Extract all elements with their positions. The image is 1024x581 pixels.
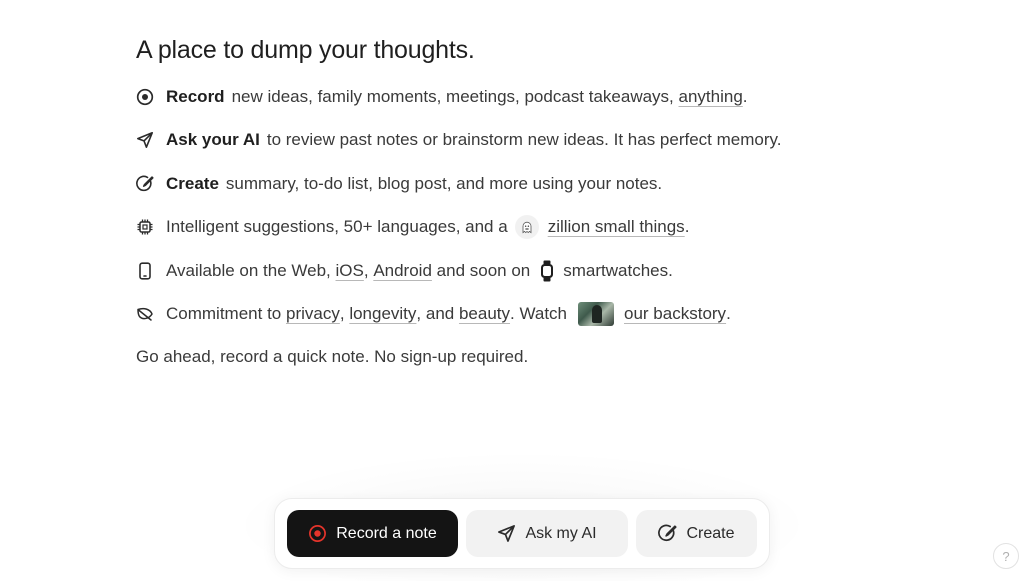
feature-ask: Ask your AI to review past notes or brai… (136, 127, 896, 153)
commitment-text-watch: . Watch (510, 303, 568, 323)
beauty-link[interactable]: beauty (459, 304, 510, 324)
watch-icon (539, 260, 555, 282)
paper-plane-icon (498, 525, 516, 542)
paper-plane-icon (136, 131, 154, 149)
ghost-emoji-icon (514, 215, 539, 240)
feature-record-text: new ideas, family moments, meetings, pod… (231, 87, 674, 106)
zillion-things-link[interactable]: zillion small things (548, 217, 685, 237)
commitment-end: . (726, 303, 731, 323)
record-note-button[interactable]: Record a note (287, 510, 458, 557)
action-dock: Record a note Ask my AI Create (274, 498, 770, 569)
record-note-label: Record a note (336, 524, 437, 542)
feature-suggestions-end: . (684, 217, 690, 237)
commitment-text-before: Commitment to (166, 303, 282, 323)
edit-circle-icon (136, 175, 154, 193)
feature-suggestions: Intelligent suggestions, 50+ languages, … (136, 214, 896, 240)
feature-ask-title: Ask your AI (166, 130, 260, 150)
feature-record-end: . (742, 87, 748, 106)
create-button[interactable]: Create (636, 510, 757, 557)
android-link[interactable]: Android (373, 261, 432, 281)
ios-link[interactable]: iOS (336, 261, 364, 281)
ask-ai-button[interactable]: Ask my AI (466, 510, 628, 557)
longevity-link[interactable]: longevity (349, 304, 416, 324)
commitment-text-and: , and (416, 303, 455, 323)
leaf-icon (136, 305, 154, 323)
feature-create: Create summary, to-do list, blog post, a… (136, 171, 896, 197)
phone-icon (136, 261, 154, 280)
platforms-text-before: Available on the Web, (166, 260, 331, 280)
feature-commitment: Commitment to privacy , longevity , and … (136, 301, 896, 327)
platforms-text-end: smartwatches. (563, 260, 673, 280)
chip-icon (136, 218, 154, 236)
page-headline: A place to dump your thoughts. (136, 36, 475, 64)
edit-circle-icon (658, 524, 678, 542)
feature-create-text: summary, to-do list, blog post, and more… (225, 173, 663, 193)
feature-ask-text: to review past notes or brainstorm new i… (266, 130, 782, 150)
ask-ai-label: Ask my AI (525, 524, 597, 542)
feature-create-title: Create (166, 173, 219, 193)
platforms-text-mid: and soon on (436, 260, 531, 280)
cta-text: Go ahead, record a quick note. No sign-u… (136, 347, 529, 367)
record-icon (309, 525, 327, 542)
create-label: Create (686, 524, 735, 542)
intro-section: A place to dump your thoughts. Record ne… (136, 34, 896, 370)
backstory-link[interactable]: our backstory (624, 304, 726, 324)
feature-suggestions-text: Intelligent suggestions, 50+ languages, … (166, 217, 508, 237)
feature-record: Record new ideas, family moments, meetin… (136, 84, 896, 110)
help-button[interactable]: ? (993, 543, 1019, 569)
record-circle-icon (136, 88, 154, 106)
feature-platforms: Available on the Web, iOS , Android and … (136, 258, 896, 284)
feature-record-title: Record (166, 87, 225, 106)
privacy-link[interactable]: privacy (286, 304, 340, 324)
anything-link[interactable]: anything (679, 87, 743, 107)
backstory-thumbnail[interactable] (578, 301, 615, 326)
